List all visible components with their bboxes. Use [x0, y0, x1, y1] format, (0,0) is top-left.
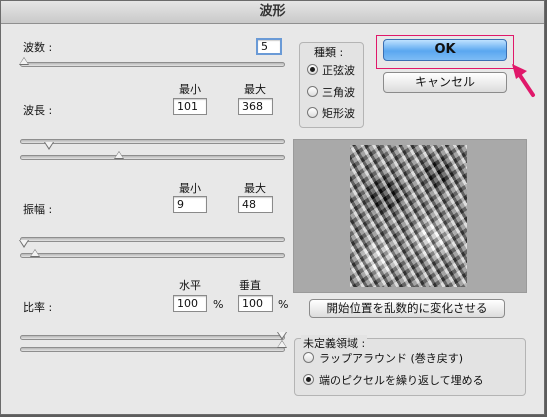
scale-vertical-input[interactable]: 100	[238, 295, 273, 312]
wavelength-min-thumb[interactable]	[44, 142, 54, 150]
cancel-button[interactable]: キャンセル	[383, 72, 507, 93]
scale-horizontal-thumb[interactable]	[277, 332, 287, 340]
generators-slider-track[interactable]	[20, 62, 285, 67]
scale-vertical-unit: %	[278, 298, 289, 311]
scale-label: 比率 :	[23, 301, 53, 314]
scale-horizontal-slider-track[interactable]	[20, 335, 285, 340]
preview-image	[350, 145, 467, 287]
amplitude-label: 振幅 :	[23, 203, 53, 216]
amplitude-max-heading: 最大	[244, 182, 266, 195]
wavelength-min-input[interactable]: 101	[173, 98, 207, 115]
amplitude-min-heading: 最小	[179, 182, 201, 195]
scale-vertical-slider-track[interactable]	[20, 347, 285, 352]
type-square-label[interactable]: 矩形波	[322, 105, 355, 121]
generators-input[interactable]: 5	[256, 38, 282, 55]
amplitude-min-thumb[interactable]	[19, 240, 29, 248]
type-square-radio[interactable]	[307, 107, 318, 118]
generators-label: 波数 :	[23, 41, 53, 54]
wrap-around-radio[interactable]	[303, 352, 314, 363]
repeat-edge-pixels-radio[interactable]	[303, 374, 314, 385]
scale-vertical-thumb[interactable]	[277, 340, 287, 348]
arrow-icon	[512, 64, 535, 97]
type-group-title: 種類 :	[314, 46, 344, 59]
scale-horizontal-unit: %	[213, 298, 224, 311]
scale-horizontal-input[interactable]: 100	[173, 295, 207, 312]
wavelength-max-input[interactable]: 368	[238, 98, 273, 115]
wavelength-max-heading: 最大	[244, 83, 266, 96]
amplitude-min-input[interactable]: 9	[173, 196, 207, 213]
wavelength-slider-top-track[interactable]	[20, 139, 285, 144]
repeat-edge-pixels-label[interactable]: 端のピクセルを繰り返して埋める	[319, 372, 484, 388]
amplitude-max-thumb[interactable]	[30, 249, 40, 257]
wave-dialog: 波形 波数 : 5 最小 最大 波長 : 101 368 最小 最大 振幅 : …	[0, 0, 545, 415]
undefined-areas-title: 未定義領域 :	[301, 335, 368, 351]
preview-panel	[293, 139, 527, 293]
scale-vertical-heading: 垂直	[239, 279, 261, 292]
generators-slider-thumb[interactable]	[19, 57, 29, 65]
wavelength-label: 波長 :	[23, 104, 53, 117]
wavelength-max-thumb[interactable]	[114, 151, 124, 159]
type-sine-label[interactable]: 正弦波	[322, 62, 355, 78]
wavelength-min-heading: 最小	[179, 83, 201, 96]
wavelength-slider-bottom-track[interactable]	[20, 155, 285, 160]
dialog-title: 波形	[1, 1, 544, 24]
amplitude-max-input[interactable]: 48	[238, 196, 273, 213]
ok-button[interactable]: OK	[383, 39, 507, 61]
type-triangle-label[interactable]: 三角波	[322, 84, 355, 100]
randomize-button[interactable]: 開始位置を乱数的に変化させる	[309, 299, 505, 318]
type-sine-radio[interactable]	[307, 64, 318, 75]
type-group: 種類 : 正弦波 三角波 矩形波	[299, 42, 364, 128]
undefined-areas-group: 未定義領域 : ラップアラウンド (巻き戻す) 端のピクセルを繰り返して埋める	[294, 335, 526, 396]
scale-horizontal-heading: 水平	[179, 279, 201, 292]
amplitude-slider-bottom-track[interactable]	[20, 253, 285, 258]
type-triangle-radio[interactable]	[307, 86, 318, 97]
wrap-around-label[interactable]: ラップアラウンド (巻き戻す)	[319, 350, 463, 366]
amplitude-slider-top-track[interactable]	[20, 237, 285, 242]
